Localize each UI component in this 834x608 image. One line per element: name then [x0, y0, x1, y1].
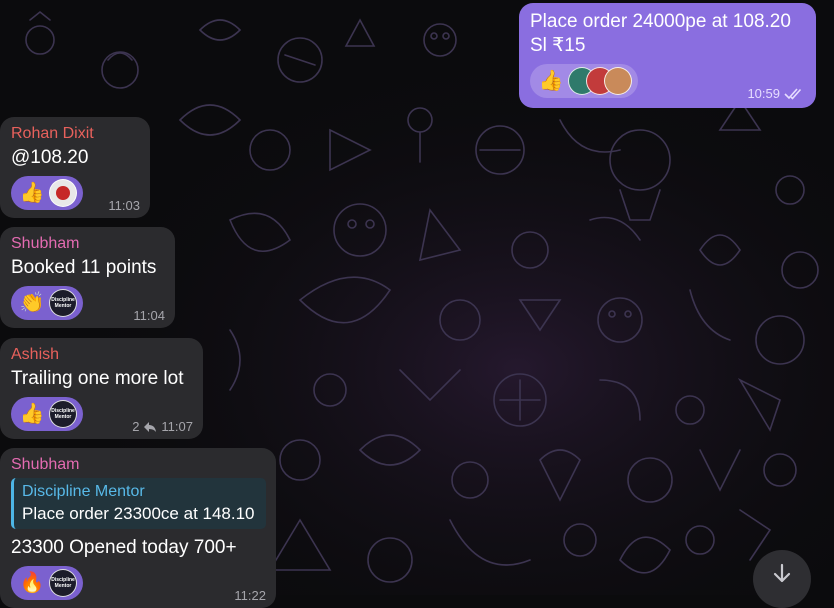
message-time: 11:04 — [133, 308, 165, 323]
reaction-emoji: 👍 — [19, 403, 45, 425]
arrow-down-icon — [773, 563, 791, 583]
message-meta: 10:59 — [747, 86, 804, 101]
message-text: Place order 24000pe at 108.20 — [530, 11, 791, 32]
message-bubble[interactable]: Rohan Dixit @108.20 👍 11:03 — [0, 117, 150, 218]
avatar: Discipline Mentor — [49, 569, 77, 597]
sender-name[interactable]: Shubham — [11, 234, 165, 254]
message-bubble[interactable]: Shubham Discipline Mentor Place order 23… — [0, 448, 276, 608]
message-text: @108.20 — [11, 147, 89, 168]
message-text: Sl ₹15 — [530, 35, 586, 56]
avatar-logo-text: Discipline Mentor — [51, 577, 75, 589]
reply-count[interactable]: 2 — [132, 419, 139, 434]
message-time: 10:59 — [747, 86, 780, 101]
reaction-emoji: 🔥 — [19, 572, 45, 594]
reactor-avatars — [568, 67, 632, 95]
sender-name[interactable]: Rohan Dixit — [11, 124, 140, 144]
quote-text: Place order 23300ce at 148.10 — [22, 504, 255, 523]
message-time: 11:03 — [108, 198, 140, 213]
message-meta: 2 11:07 — [132, 419, 193, 434]
reaction-emoji: 👍 — [19, 182, 45, 204]
reaction-pill[interactable]: 👍 — [11, 176, 83, 210]
avatar — [49, 179, 77, 207]
double-check-icon — [784, 87, 802, 100]
reaction-pill[interactable]: 👍 — [530, 64, 638, 98]
sender-name[interactable]: Ashish — [11, 345, 193, 365]
message-time: 11:07 — [161, 419, 193, 434]
message-meta: 11:04 — [133, 308, 165, 323]
avatar: Discipline Mentor — [49, 400, 77, 428]
message-bubble-outgoing[interactable]: Place order 24000pe at 108.20 Sl ₹15 👍 1… — [519, 3, 816, 108]
message-meta: 11:22 — [234, 588, 266, 603]
message-text: Booked 11 points — [11, 257, 157, 278]
message-text: 23300 Opened today 700+ — [11, 537, 237, 558]
reaction-pill[interactable]: 👏 Discipline Mentor — [11, 286, 83, 320]
reaction-pill[interactable]: 👍 Discipline Mentor — [11, 397, 83, 431]
reaction-emoji: 👏 — [19, 292, 45, 314]
avatar: Discipline Mentor — [49, 289, 77, 317]
message-bubble[interactable]: Shubham Booked 11 points 👏 Discipline Me… — [0, 227, 175, 328]
message-bubble[interactable]: Ashish Trailing one more lot 👍 Disciplin… — [0, 338, 203, 439]
reply-arrow-icon[interactable] — [143, 421, 157, 433]
message-text: Trailing one more lot — [11, 368, 184, 389]
sender-name[interactable]: Shubham — [11, 455, 266, 475]
message-time: 11:22 — [234, 588, 266, 603]
reaction-emoji: 👍 — [538, 70, 564, 92]
quote-author: Discipline Mentor — [22, 483, 145, 500]
quoted-message[interactable]: Discipline Mentor Place order 23300ce at… — [11, 478, 266, 529]
message-meta: 11:03 — [108, 198, 140, 213]
avatar-logo-text: Discipline Mentor — [51, 408, 75, 420]
avatar-logo-text: Discipline Mentor — [51, 297, 75, 309]
avatar — [604, 67, 632, 95]
scroll-to-bottom-button[interactable] — [753, 550, 811, 608]
